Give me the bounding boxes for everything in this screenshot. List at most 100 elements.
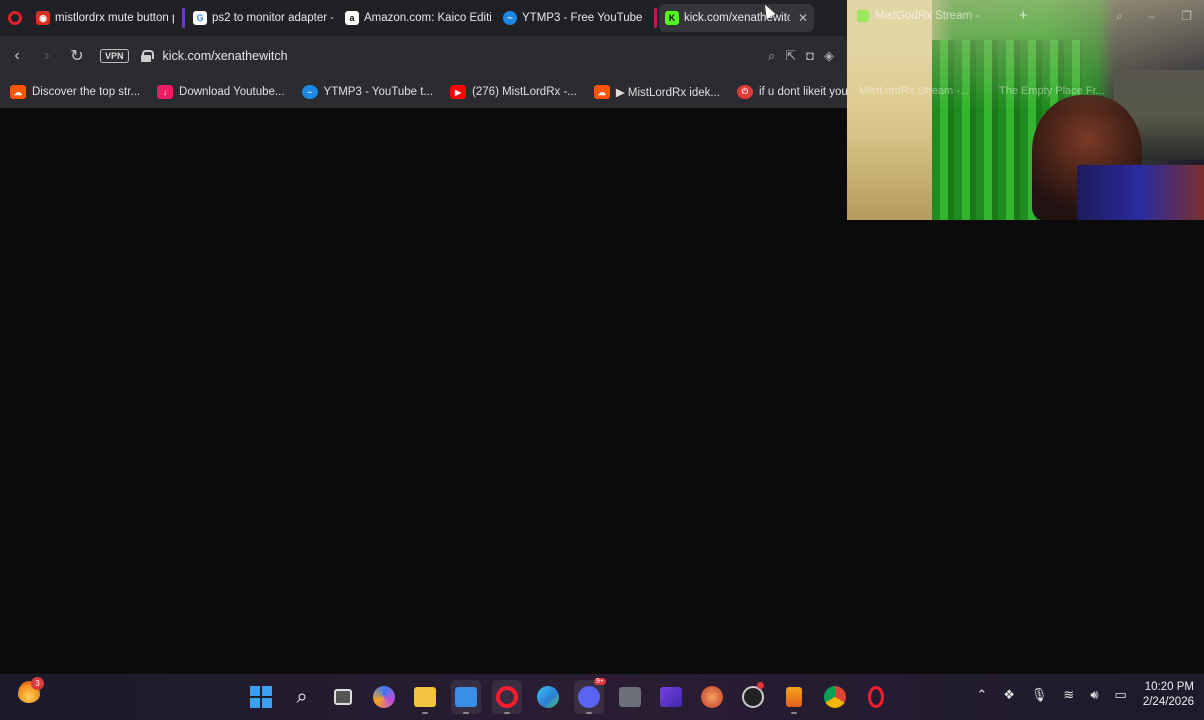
- chrome-icon: [824, 686, 846, 708]
- reload-button[interactable]: ↻: [62, 41, 92, 71]
- close-tab-icon[interactable]: ✕: [798, 11, 808, 25]
- recording-dot: [757, 682, 764, 689]
- tab-group-marker: [654, 8, 657, 28]
- cam-shirt: [1077, 165, 1204, 220]
- running-indicator: [586, 712, 592, 714]
- opera-gx-button[interactable]: [861, 680, 891, 714]
- tab-title: Amazon.com: Kaico Editio: [364, 12, 491, 24]
- clock-date: 2/24/2026: [1142, 696, 1194, 708]
- camera-icon[interactable]: ◘: [806, 48, 814, 64]
- opera-logo-icon[interactable]: [0, 0, 30, 36]
- microphone-icon[interactable]: 🎙︎: [1031, 687, 1048, 703]
- screen: ◉ mistlordrx mute button p G ps2 to moni…: [0, 0, 1204, 720]
- obs-button[interactable]: [738, 680, 768, 714]
- new-tab-icon[interactable]: +: [1019, 7, 1028, 24]
- address-bar-row: ‹ › ↻ VPN kick.com/xenathewitch ⌕ ⇱ ◘ ◈: [0, 36, 848, 76]
- discord-badge: 9+: [594, 678, 606, 685]
- ytmp3-icon: ~: [503, 11, 517, 25]
- bookmark-item[interactable]: ☁ Discover the top str...: [10, 85, 140, 99]
- taskbar: 3 ⌕ 9+ ⌃ ❖ 🎙︎ ≋ 🔊︎ ▭ 10:20 PM 2/24/2026: [0, 674, 1204, 720]
- bookmark-label: Discover the top str...: [32, 86, 141, 98]
- bookmark-label: ▶ MistLordRx idek...: [615, 87, 720, 99]
- discord-icon: [578, 686, 600, 708]
- folder-icon: [414, 687, 436, 707]
- ghost-tab-title: MistGodRx Stream -: [875, 10, 980, 22]
- tab-ytmp3[interactable]: ~ YTMP3 - Free YouTube to: [497, 4, 652, 32]
- zoom-search-icon[interactable]: ⌕: [768, 48, 775, 64]
- bookmark-item[interactable]: ☁ ▶ MistLordRx idek...: [593, 85, 720, 99]
- system-tray: ⌃ ❖ 🎙︎ ≋ 🔊︎ ▭ 10:20 PM 2/24/2026: [976, 680, 1194, 710]
- tab-group-marker: [182, 8, 185, 28]
- app-button-2[interactable]: [451, 680, 481, 714]
- forward-button[interactable]: ›: [32, 41, 62, 71]
- volume-icon[interactable]: 🔊︎: [1090, 687, 1098, 703]
- running-indicator: [791, 712, 797, 714]
- address-actions: ⌕ ⇱ ◘ ◈: [768, 48, 834, 64]
- vpn-badge[interactable]: VPN: [100, 49, 129, 63]
- chrome-button[interactable]: [820, 680, 850, 714]
- share-icon[interactable]: ⇱: [785, 48, 796, 64]
- search-icon: ⌕: [296, 685, 308, 708]
- taskbar-apps: ⌕ 9+: [246, 678, 891, 714]
- search-button[interactable]: ⌕: [287, 680, 317, 714]
- tab-title: ps2 to monitor adapter -: [212, 12, 333, 24]
- bookmark-item[interactable]: ~ YTMP3 - YouTube t...: [301, 85, 434, 99]
- fl-studio-button[interactable]: [779, 680, 809, 714]
- task-view-button[interactable]: [328, 680, 358, 714]
- lock-icon[interactable]: [140, 50, 154, 62]
- power-icon: ⏻: [736, 85, 753, 99]
- edge-button[interactable]: [533, 680, 563, 714]
- game-app-button[interactable]: [697, 680, 727, 714]
- start-button[interactable]: [246, 680, 276, 714]
- app-icon: [455, 687, 477, 707]
- copilot-button[interactable]: [369, 680, 399, 714]
- tab-ps2-adapter[interactable]: G ps2 to monitor adapter -: [187, 4, 339, 32]
- tab-kick-active[interactable]: K kick.com/xenathewitch ✕: [659, 4, 814, 32]
- running-indicator: [504, 712, 510, 714]
- soundcloud-icon: ☁: [10, 85, 26, 99]
- clock-time: 10:20 PM: [1144, 681, 1194, 693]
- notification-badge: 3: [31, 677, 44, 690]
- tab-amazon[interactable]: a Amazon.com: Kaico Editio: [339, 4, 497, 32]
- shield-icon[interactable]: ◈: [824, 48, 834, 64]
- game-icon: [701, 686, 723, 708]
- back-button[interactable]: ‹: [2, 41, 32, 71]
- task-view-icon: [334, 689, 352, 705]
- clock[interactable]: 10:20 PM 2/24/2026: [1143, 680, 1194, 710]
- bookmark-label: Download Youtube...: [179, 86, 285, 98]
- weather-widget[interactable]: 3: [18, 677, 46, 709]
- download-icon: ↓: [157, 85, 174, 99]
- battery-icon[interactable]: ▭: [1115, 687, 1127, 703]
- tab-title: mistlordrx mute button p: [55, 12, 174, 24]
- bookmark-item[interactable]: ↓ Download Youtube...: [157, 85, 285, 99]
- google-icon: G: [193, 11, 207, 25]
- bookmark-label: (276) MistLordRx -...: [472, 86, 577, 98]
- bookmark-item[interactable]: ▶ (276) MistLordRx -...: [450, 85, 577, 99]
- windows-icon: [250, 686, 272, 708]
- discord-button[interactable]: 9+: [574, 678, 606, 714]
- bookmark-label: YTMP3 - YouTube t...: [323, 86, 434, 98]
- url-field[interactable]: kick.com/xenathewitch: [163, 49, 768, 63]
- opera-button[interactable]: [492, 680, 522, 714]
- file-explorer-button[interactable]: [410, 680, 440, 714]
- obs-icon: [742, 686, 764, 708]
- background-window-ghost: MistGodRx Stream - + ⌕ – ❐ MistLordRx St…: [847, 0, 1204, 108]
- running-indicator: [422, 712, 428, 714]
- clipchamp-button[interactable]: [656, 680, 686, 714]
- opera-gx-icon: [868, 686, 884, 708]
- bookmarks-bar: ☁ Discover the top str... ↓ Download You…: [0, 76, 867, 108]
- ghost-bookmark: The Empty Place Fr...: [999, 85, 1105, 97]
- restore-icon[interactable]: ❐: [1181, 9, 1192, 24]
- ghost-bookmark: MistLordRx Stream -...: [859, 85, 970, 97]
- search-icon[interactable]: ⌕: [1116, 9, 1123, 24]
- fl-studio-icon: [786, 687, 802, 707]
- dropbox-icon[interactable]: ❖: [1003, 687, 1015, 703]
- tab-mistlordrx[interactable]: ◉ mistlordrx mute button p: [30, 4, 180, 32]
- camera-app-button[interactable]: [615, 680, 645, 714]
- soundcloud-icon: ☁: [593, 85, 610, 99]
- ytmp3-icon: ~: [301, 85, 318, 99]
- wifi-icon[interactable]: ≋: [1063, 687, 1074, 703]
- chevron-up-icon[interactable]: ⌃: [976, 687, 987, 703]
- minimize-icon[interactable]: –: [1149, 9, 1156, 24]
- opera-icon: ◉: [36, 11, 50, 25]
